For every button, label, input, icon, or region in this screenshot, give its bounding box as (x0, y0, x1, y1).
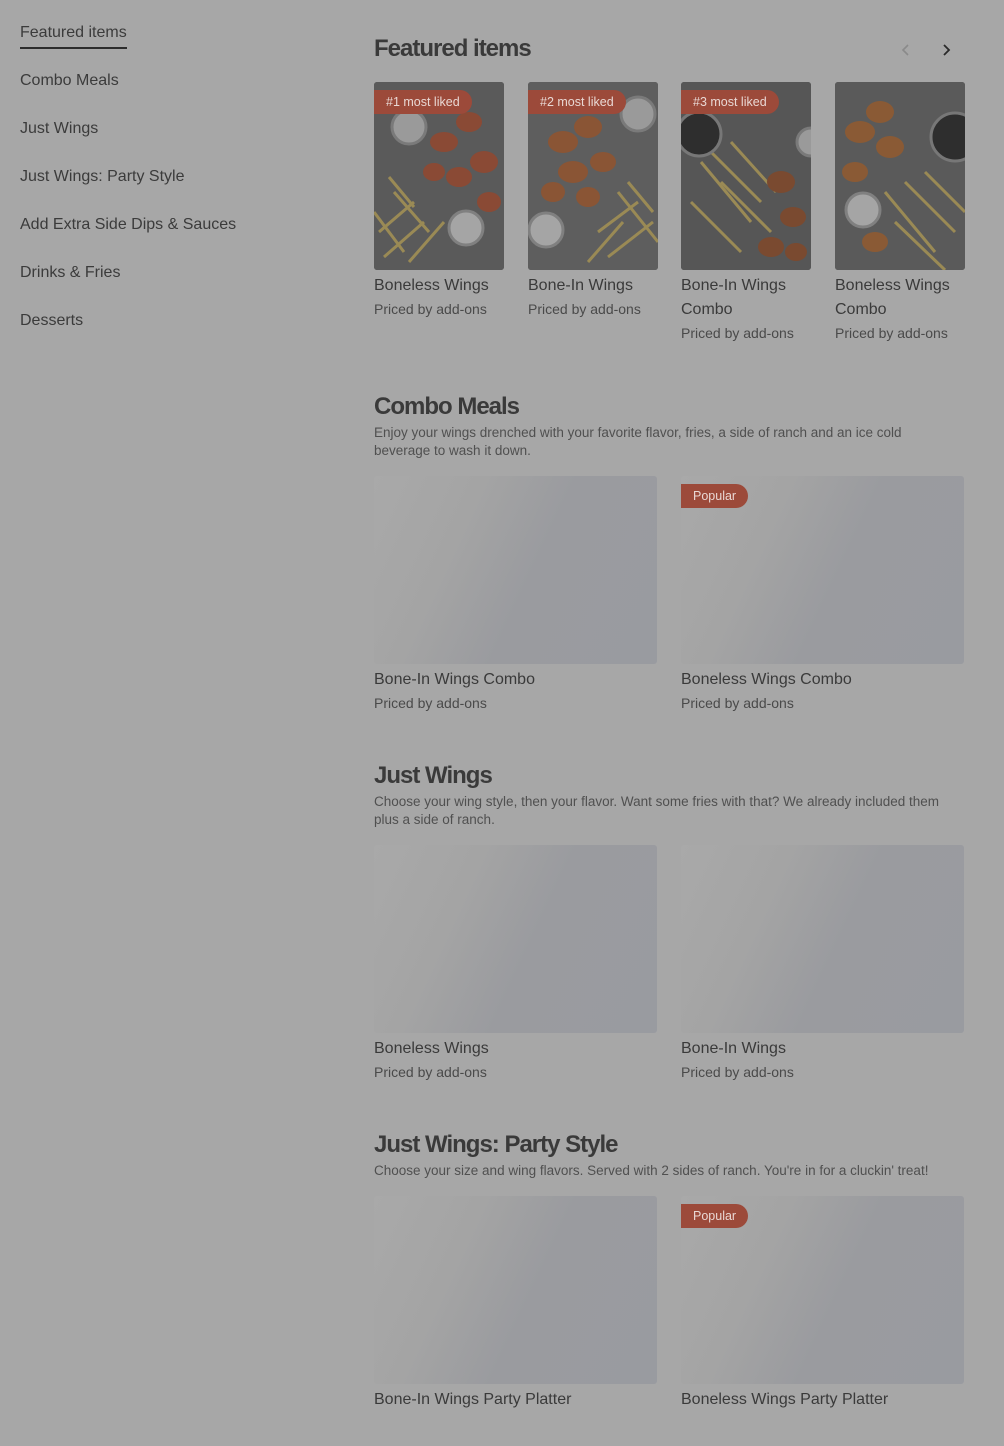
menu-item-card[interactable]: Boneless Wings Priced by add-ons (374, 845, 657, 1082)
most-liked-badge: #1 most liked (374, 90, 472, 114)
sidebar-item-label: Just Wings (20, 120, 99, 137)
item-title: Bone-In Wings Party Platter (374, 1391, 572, 1408)
sidebar-item-drinks-fries[interactable]: Drinks & Fries (20, 262, 320, 310)
item-title: Boneless Wings (374, 277, 489, 294)
item-price: Priced by add-ons (374, 695, 487, 711)
menu-item-card[interactable]: Bone-In Wings Priced by add-ons (681, 845, 964, 1082)
wings-fries-illustration (835, 82, 965, 270)
item-title: Boneless Wings (374, 1040, 489, 1057)
food-image (835, 82, 965, 270)
section-title: Just Wings (374, 762, 493, 789)
item-grid: Bone-In Wings Combo Priced by add-ons Po… (374, 476, 964, 726)
popular-badge: Popular (681, 1204, 749, 1228)
item-grid: Boneless Wings Priced by add-ons Bone-In… (374, 845, 964, 1095)
sidebar-item-dips-sauces[interactable]: Add Extra Side Dips & Sauces (20, 214, 320, 262)
section-description: Choose your wing style, then your flavor… (374, 794, 940, 827)
section-combo-meals: Combo Meals Enjoy your wings drenched wi… (374, 392, 964, 726)
featured-card[interactable]: #3 most liked Bone-In Wings Combo Priced… (681, 82, 811, 343)
item-title: Bone-In Wings (681, 1040, 786, 1057)
item-title: Boneless Wings Party Platter (681, 1391, 889, 1408)
item-price: Priced by add-ons (374, 1064, 487, 1080)
section-description: Enjoy your wings drenched with your favo… (374, 425, 902, 458)
sidebar-item-label: Desserts (20, 312, 84, 329)
food-image-placeholder (374, 476, 657, 664)
food-image-placeholder: Popular (681, 476, 964, 664)
section-just-wings: Just Wings Choose your wing style, then … (374, 761, 964, 1095)
food-image-placeholder (681, 845, 964, 1033)
food-image: #1 most liked (374, 82, 504, 270)
item-title: Boneless Wings Combo (681, 671, 852, 688)
item-title: Bone-In Wings Combo (374, 671, 535, 688)
section-party-style: Just Wings: Party Style Choose your size… (374, 1130, 964, 1446)
sidebar-item-just-wings[interactable]: Just Wings (20, 118, 320, 166)
item-grid: Bone-In Wings Party Platter Popular Bone… (374, 1196, 964, 1446)
food-image-placeholder (374, 1196, 657, 1384)
item-price: Priced by add-ons (835, 325, 948, 341)
item-title: Bone-In Wings Combo (681, 277, 786, 318)
section-description: Choose your size and wing flavors. Serve… (374, 1163, 929, 1178)
featured-card[interactable]: #1 most liked Boneless Wings Priced by a… (374, 82, 504, 319)
item-title: Boneless Wings Combo (835, 277, 950, 318)
carousel-next-button[interactable] (934, 38, 958, 62)
section-title: Combo Meals (374, 393, 520, 420)
sidebar-item-featured-items[interactable]: Featured items (20, 22, 320, 70)
sidebar-item-label: Featured items (20, 22, 127, 49)
food-image-placeholder: Popular (681, 1196, 964, 1384)
item-price: Priced by add-ons (374, 301, 487, 317)
item-title: Bone-In Wings (528, 277, 633, 294)
sidebar-item-label: Drinks & Fries (20, 264, 121, 281)
sidebar-item-desserts[interactable]: Desserts (20, 310, 320, 358)
item-price: Priced by add-ons (681, 1064, 794, 1080)
sidebar-item-combo-meals[interactable]: Combo Meals (20, 70, 320, 118)
item-price: Priced by add-ons (528, 301, 641, 317)
popular-badge: Popular (681, 484, 749, 508)
featured-header: Featured items (374, 34, 964, 66)
sidebar-item-label: Add Extra Side Dips & Sauces (20, 216, 237, 233)
category-sidebar: Featured items Combo Meals Just Wings Ju… (20, 22, 320, 358)
menu-item-card[interactable]: Popular Boneless Wings Combo Priced by a… (681, 476, 964, 713)
food-image-placeholder (374, 845, 657, 1033)
chevron-right-icon (943, 44, 951, 56)
most-liked-badge: #2 most liked (528, 90, 626, 114)
chevron-left-icon (901, 44, 909, 56)
featured-card[interactable]: Boneless Wings Combo Priced by add-ons (835, 82, 965, 343)
food-image: #2 most liked (528, 82, 658, 270)
item-price: Priced by add-ons (681, 325, 794, 341)
section-title: Just Wings: Party Style (374, 1131, 619, 1158)
featured-card[interactable]: #2 most liked Bone-In Wings Priced by ad… (528, 82, 658, 319)
carousel-prev-button[interactable] (894, 38, 918, 62)
menu-item-card[interactable]: Popular Boneless Wings Party Platter (681, 1196, 964, 1412)
menu-item-card[interactable]: Bone-In Wings Combo Priced by add-ons (374, 476, 657, 713)
sidebar-item-label: Just Wings: Party Style (20, 168, 185, 185)
food-image: #3 most liked (681, 82, 811, 270)
sidebar-item-label: Combo Meals (20, 72, 119, 89)
menu-item-card[interactable]: Bone-In Wings Party Platter (374, 1196, 657, 1412)
section-title-featured: Featured items (374, 35, 532, 62)
item-price: Priced by add-ons (681, 695, 794, 711)
most-liked-badge: #3 most liked (681, 90, 779, 114)
sidebar-item-party-style[interactable]: Just Wings: Party Style (20, 166, 320, 214)
